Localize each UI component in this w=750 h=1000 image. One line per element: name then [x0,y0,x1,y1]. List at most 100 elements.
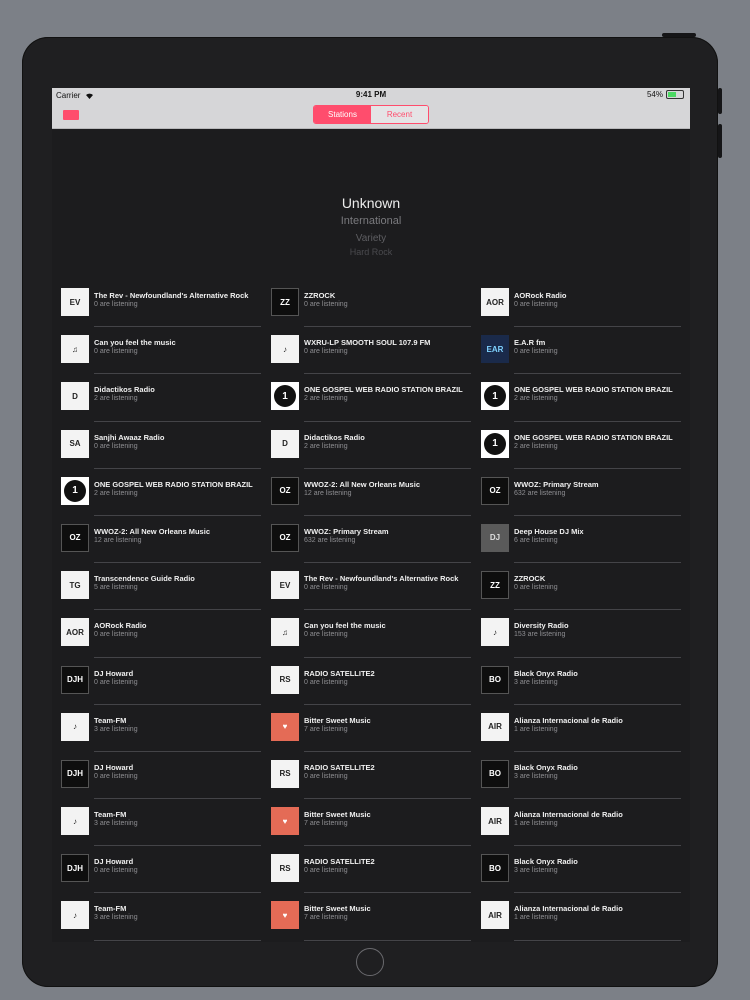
station-cell[interactable]: ♪ Team-FM 3 are listening [61,711,261,758]
station-cell[interactable]: OZ WWOZ: Primary Stream 632 are listening [271,522,471,569]
station-cell[interactable]: EV The Rev - Newfoundland's Alternative R… [271,569,471,616]
station-cell[interactable]: ♥ Bitter Sweet Music 7 are listening [271,711,471,758]
station-logo: AOR [481,288,509,316]
menu-icon[interactable] [63,110,79,120]
station-name: Didactikos Radio [304,432,365,442]
station-logo: ♪ [271,335,299,364]
station-cell[interactable]: D Didactikos Radio 2 are listening [61,380,261,427]
station-cell[interactable]: ZZ ZZROCK 0 are listening [271,286,471,333]
station-cell[interactable]: DJH DJ Howard 0 are listening [61,664,261,711]
station-cell[interactable]: 1 ONE GOSPEL WEB RADIO STATION BRAZIL 2 ar… [61,475,261,522]
station-name: DJ Howard [94,857,134,867]
station-cell[interactable]: ZZ ZZROCK 0 are listening [481,569,681,616]
station-cell[interactable]: RS RADIO SATELLITE2 0 are listening [271,758,471,805]
station-cell[interactable]: DJH DJ Howard 0 are listening [61,758,261,805]
station-cell[interactable]: AIR Alianza Internacional de Radio 1 are l… [481,805,681,852]
station-listeners: 2 are listening [304,442,348,450]
station-cell[interactable]: 1 ONE GOSPEL WEB RADIO STATION BRAZIL 2 ar… [481,428,681,475]
station-name: The Rev - Newfoundland's Alternative Roc… [304,574,459,584]
row-divider [94,703,261,705]
station-logo: RS [271,665,299,694]
row-divider [94,656,261,658]
station-name: WXRU-LP SMOOTH SOUL 107.9 FM [304,338,431,348]
station-logo: AIR [481,807,509,836]
station-logo: BO [481,759,509,788]
station-cell[interactable]: ♥ Bitter Sweet Music 7 are listening [271,805,471,852]
station-name: RADIO SATELLITE2 [304,857,375,867]
row-divider [94,467,261,469]
station-cell[interactable]: ♪ Team-FM 3 are listening [61,899,261,942]
station-listeners: 7 are listening [304,725,348,733]
row-divider [514,373,681,375]
station-listeners: 2 are listening [514,442,558,450]
station-cell[interactable]: D Didactikos Radio 2 are listening [271,428,471,475]
station-cell[interactable]: 1 ONE GOSPEL WEB RADIO STATION BRAZIL 2 ar… [271,380,471,427]
genre-selected[interactable]: Unknown [52,193,690,213]
station-listeners: 5 are listening [94,584,138,592]
station-cell[interactable]: ♥ Bitter Sweet Music 7 are listening [271,899,471,942]
station-cell[interactable]: SA Sanjhi Awaaz Radio 0 are listening [61,428,261,475]
station-cell[interactable]: DJ Deep House DJ Mix 6 are listening [481,522,681,569]
station-cell[interactable]: OZ WWOZ-2: All New Orleans Music 12 are li… [271,475,471,522]
station-cell[interactable]: ♫ Can you feel the music 0 are listening [61,333,261,380]
station-logo: D [61,382,89,411]
station-name: Black Onyx Radio [514,762,578,772]
station-cell[interactable]: BO Black Onyx Radio 3 are listening [481,664,681,711]
station-logo: ♥ [271,901,299,930]
row-divider [304,326,471,328]
station-logo: EV [271,571,299,600]
station-listeners: 0 are listening [304,584,348,592]
station-cell[interactable]: OZ WWOZ: Primary Stream 632 are listening [481,475,681,522]
station-cell[interactable]: EV The Rev - Newfoundland's Alternative R… [61,286,261,333]
station-listeners: 12 are listening [94,536,142,544]
station-cell[interactable]: ♫ Can you feel the music 0 are listening [271,616,471,663]
station-name: WWOZ: Primary Stream [514,479,599,489]
genre-option[interactable]: International [52,213,690,230]
station-cell[interactable]: AIR Alianza Internacional de Radio 1 are l… [481,899,681,942]
station-cell[interactable]: ♪ Diversity Radio 153 are listening [481,616,681,663]
row-divider [514,798,681,800]
station-name: AORock Radio [514,291,567,300]
station-name: Alianza Internacional de Radio [514,715,623,725]
station-name: Didactikos Radio [94,385,155,395]
station-cell[interactable]: TG Transcendence Guide Radio 5 are listeni… [61,569,261,616]
battery-icon [666,90,684,99]
row-divider [514,892,681,894]
genre-option[interactable]: Variety [52,230,690,247]
station-cell[interactable]: EAR E.A.R fm 0 are listening [481,333,681,380]
station-listeners: 0 are listening [514,301,558,308]
station-name: Bitter Sweet Music [304,810,371,820]
home-button[interactable] [356,948,384,976]
station-listeners: 0 are listening [304,867,348,875]
row-divider [304,609,471,611]
station-cell[interactable]: BO Black Onyx Radio 3 are listening [481,852,681,899]
station-cell[interactable]: AIR Alianza Internacional de Radio 1 are l… [481,711,681,758]
station-name: WWOZ-2: All New Orleans Music [304,479,420,489]
station-cell[interactable]: ♪ WXRU-LP SMOOTH SOUL 107.9 FM 0 are liste… [271,333,471,380]
station-logo: DJH [61,665,89,694]
tab-recent[interactable]: Recent [371,106,428,123]
station-cell[interactable]: RS RADIO SATELLITE2 0 are listening [271,664,471,711]
row-divider [94,562,261,564]
station-listeners: 3 are listening [514,678,558,686]
genre-option[interactable]: Hard Rock [52,247,690,255]
station-cell[interactable]: RS RADIO SATELLITE2 0 are listening [271,852,471,899]
station-cell[interactable]: ♪ Team-FM 3 are listening [61,805,261,852]
station-cell[interactable]: DJH DJ Howard 0 are listening [61,852,261,899]
station-cell[interactable]: OZ WWOZ-2: All New Orleans Music 12 are li… [61,522,261,569]
station-cell[interactable]: BO Black Onyx Radio 3 are listening [481,758,681,805]
row-divider [94,420,261,422]
station-name: ONE GOSPEL WEB RADIO STATION BRAZIL [94,479,253,489]
genre-picker[interactable]: Unknown International Variety Hard Rock [52,193,690,255]
station-cell[interactable]: AOR AORock Radio 0 are listening [61,616,261,663]
station-name: Alianza Internacional de Radio [514,904,623,914]
station-listeners: 0 are listening [94,772,138,780]
row-divider [304,373,471,375]
tab-stations[interactable]: Stations [314,106,371,123]
station-logo: ♫ [271,618,299,647]
station-logo: EAR [481,335,509,364]
station-cell[interactable]: 1 ONE GOSPEL WEB RADIO STATION BRAZIL 2 ar… [481,380,681,427]
row-divider [94,609,261,611]
station-cell[interactable]: AOR AORock Radio 0 are listening [481,286,681,333]
station-name: Bitter Sweet Music [304,904,371,914]
